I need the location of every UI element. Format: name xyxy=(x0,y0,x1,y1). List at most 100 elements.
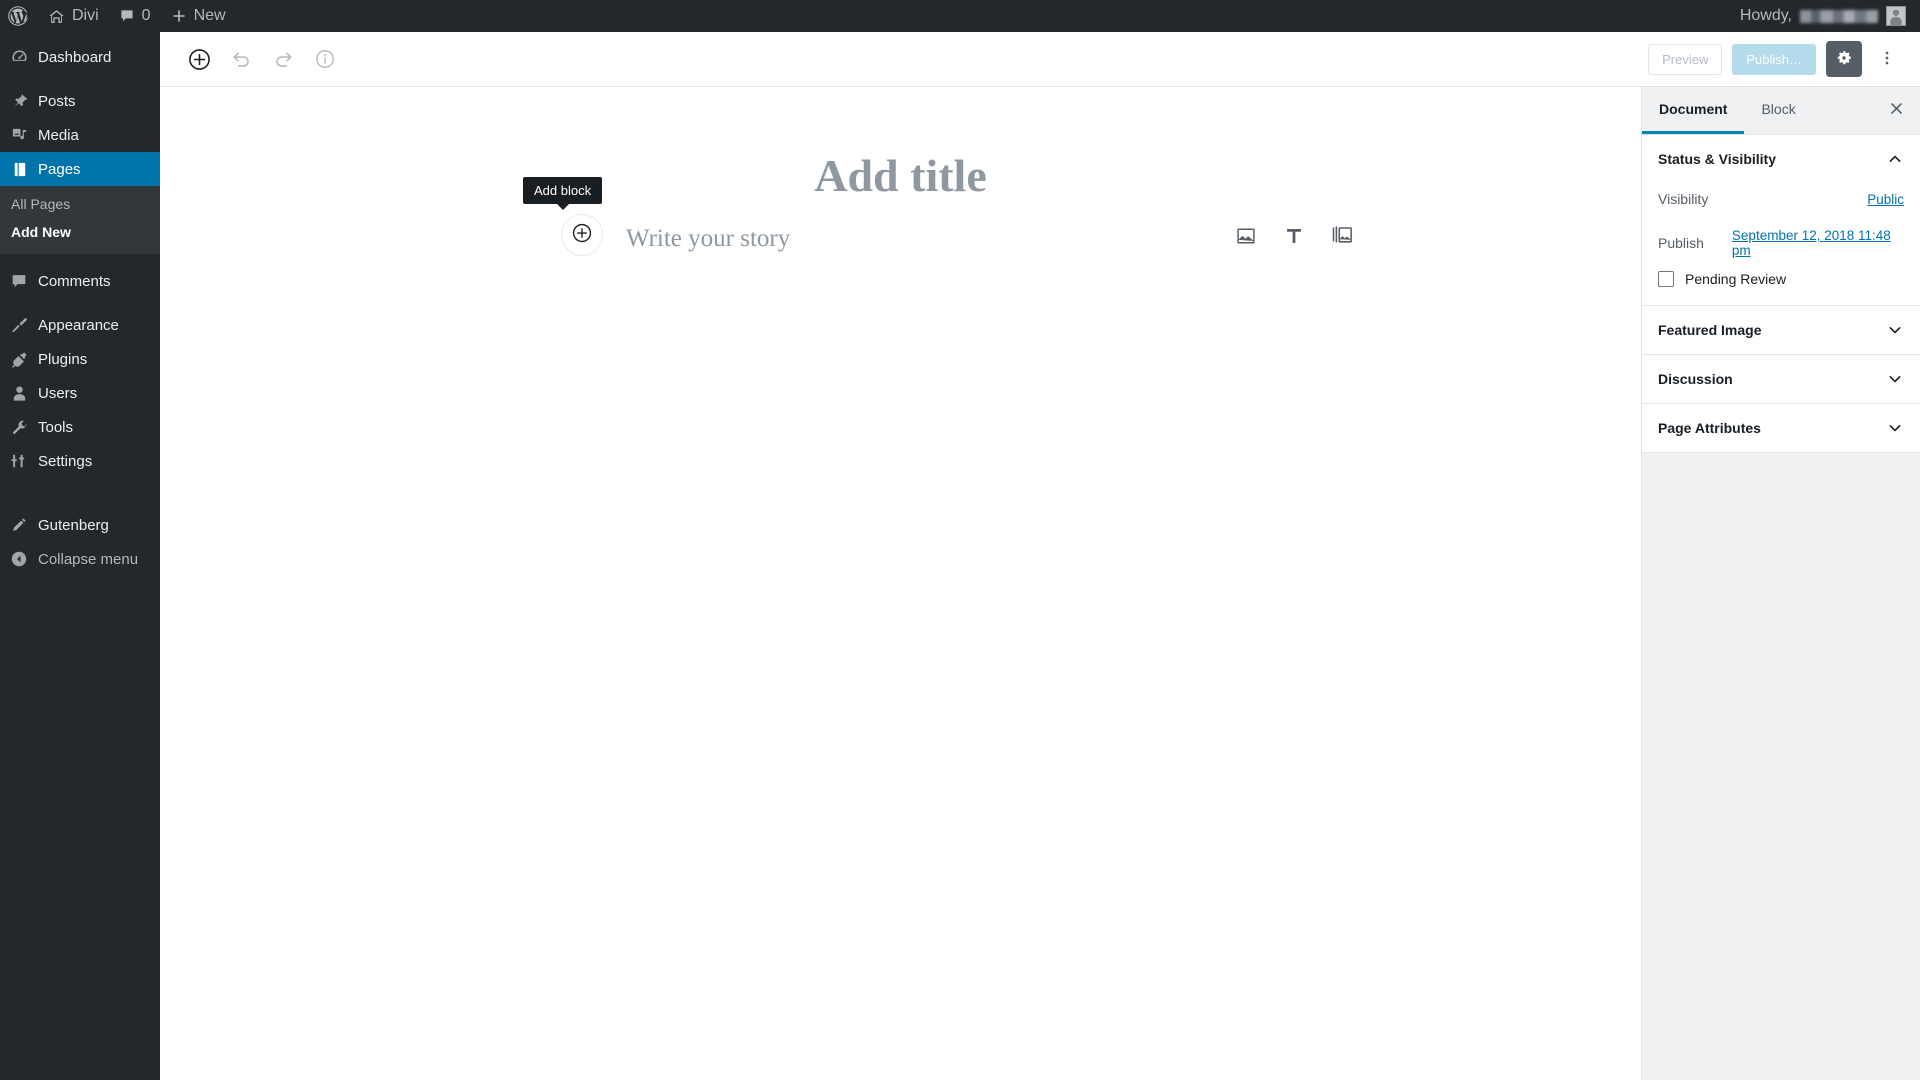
gear-icon xyxy=(1834,48,1854,71)
editor-header: Preview Publish… xyxy=(160,32,1920,87)
sidebar-item-label: Appearance xyxy=(38,316,119,334)
sidebar-item-pages[interactable]: Pages xyxy=(0,152,160,186)
sidebar-subitem-add-new[interactable]: Add New xyxy=(0,218,160,246)
pending-review-label: Pending Review xyxy=(1685,271,1787,287)
sidebar-item-users[interactable]: Users xyxy=(0,376,160,410)
block-inserter-button[interactable] xyxy=(181,41,217,77)
undo-button[interactable] xyxy=(223,41,259,77)
publish-row: Publish September 12, 2018 11:48 pm xyxy=(1658,227,1904,259)
plus-icon xyxy=(171,8,187,24)
sidebar-submenu-pages: All Pages Add New xyxy=(0,186,160,254)
media-icon xyxy=(9,125,29,145)
more-options-button[interactable] xyxy=(1872,41,1902,77)
collapse-arrow-icon xyxy=(9,549,29,569)
sidebar-item-label: Plugins xyxy=(38,350,88,368)
pin-icon xyxy=(9,91,29,111)
visibility-row: Visibility Public xyxy=(1658,183,1904,215)
adminbar-account-menu[interactable]: Howdy, xyxy=(1730,0,1920,32)
image-block-icon[interactable] xyxy=(1235,225,1257,247)
editor-header-right-tools: Preview Publish… xyxy=(1648,41,1920,77)
sidebar-tab-bar: Document Block xyxy=(1642,87,1920,135)
adminbar-new-label: New xyxy=(193,7,226,24)
admin-bar: Divi 0 New Howdy, xyxy=(0,0,1920,32)
sidebar-item-gutenberg[interactable]: Gutenberg xyxy=(0,508,160,542)
plug-icon xyxy=(9,349,29,369)
adminbar-howdy-label: Howdy, xyxy=(1739,7,1792,24)
sidebar-item-settings[interactable]: Settings xyxy=(0,444,160,478)
add-block-tooltip: Add block xyxy=(523,177,603,204)
adminbar-comments-count: 0 xyxy=(141,7,151,24)
chevron-down-icon[interactable] xyxy=(1886,370,1904,388)
sidebar-item-comments[interactable]: Comments xyxy=(0,264,160,298)
publish-date-link[interactable]: September 12, 2018 11:48 pm xyxy=(1732,228,1904,258)
sidebar-item-dashboard[interactable]: Dashboard xyxy=(0,40,160,74)
chevron-up-icon[interactable] xyxy=(1886,150,1904,168)
sidebar-item-label: Dashboard xyxy=(38,48,112,66)
sidebar-collapse-label: Collapse menu xyxy=(38,550,139,568)
sidebar-item-appearance[interactable]: Appearance xyxy=(0,308,160,342)
panel-title: Page Attributes xyxy=(1658,420,1761,436)
sidebar-item-posts[interactable]: Posts xyxy=(0,84,160,118)
wordpress-logo-icon xyxy=(8,6,28,26)
panel-title: Discussion xyxy=(1658,371,1733,387)
settings-toggle-button[interactable] xyxy=(1826,41,1862,77)
sliders-icon xyxy=(9,451,29,471)
default-block-placeholder[interactable]: Write your story xyxy=(626,225,790,253)
panel-page-attributes: Page Attributes xyxy=(1642,404,1920,453)
add-block-button[interactable] xyxy=(561,214,603,256)
panel-status-visibility-body: Visibility Public Publish September 12, … xyxy=(1642,183,1920,305)
adminbar-site-name-label: Divi xyxy=(72,7,99,24)
close-icon xyxy=(1888,100,1905,122)
undo-icon xyxy=(230,48,253,71)
sidebar-subitem-label: All Pages xyxy=(11,196,71,212)
pencil-icon xyxy=(9,515,29,535)
wrench-icon xyxy=(9,417,29,437)
tab-document[interactable]: Document xyxy=(1642,87,1745,134)
sidebar-item-label: Comments xyxy=(38,272,111,290)
panel-featured-image-header[interactable]: Featured Image xyxy=(1642,306,1920,354)
editor-header-left-tools xyxy=(160,41,343,77)
visibility-value-link[interactable]: Public xyxy=(1867,192,1904,207)
adminbar-comments[interactable]: 0 xyxy=(109,0,161,32)
adminbar-new-content[interactable]: New xyxy=(161,0,236,32)
tab-block[interactable]: Block xyxy=(1744,87,1812,134)
redo-button[interactable] xyxy=(265,41,301,77)
plus-circle-icon xyxy=(571,222,593,249)
publish-label: Publish xyxy=(1658,235,1704,251)
panel-featured-image: Featured Image xyxy=(1642,306,1920,355)
gallery-block-icon[interactable] xyxy=(1331,224,1354,247)
sidebar-item-media[interactable]: Media xyxy=(0,118,160,152)
chevron-down-icon[interactable] xyxy=(1886,419,1904,437)
post-title-input[interactable]: Add title xyxy=(160,149,1641,202)
panel-page-attributes-header[interactable]: Page Attributes xyxy=(1642,404,1920,452)
pending-review-checkbox[interactable] xyxy=(1658,271,1674,287)
text-block-icon[interactable] xyxy=(1283,225,1305,247)
preview-button[interactable]: Preview xyxy=(1648,43,1723,75)
publish-button[interactable]: Publish… xyxy=(1732,43,1816,75)
sidebar-collapse-menu[interactable]: Collapse menu xyxy=(0,542,160,576)
panel-discussion-header[interactable]: Discussion xyxy=(1642,355,1920,403)
panel-status-visibility-header[interactable]: Status & Visibility xyxy=(1642,135,1920,183)
sidebar-item-plugins[interactable]: Plugins xyxy=(0,342,160,376)
panel-title: Featured Image xyxy=(1658,322,1762,338)
avatar xyxy=(1886,6,1906,26)
sidebar-item-label: Users xyxy=(38,384,78,402)
sidebar-item-label: Pages xyxy=(38,160,81,178)
sidebar-item-label: Settings xyxy=(38,452,93,470)
sidebar-subitem-label: Add New xyxy=(11,224,71,240)
adminbar-wp-logo[interactable] xyxy=(0,0,38,32)
sidebar-subitem-all-pages[interactable]: All Pages xyxy=(0,190,160,218)
plus-circle-icon xyxy=(187,47,212,72)
sidebar-item-label: Media xyxy=(38,126,79,144)
home-icon xyxy=(48,8,65,25)
adminbar-site-name[interactable]: Divi xyxy=(38,0,109,32)
content-info-button[interactable] xyxy=(307,41,343,77)
chevron-down-icon[interactable] xyxy=(1886,321,1904,339)
pending-review-row: Pending Review xyxy=(1658,271,1904,287)
panel-title: Status & Visibility xyxy=(1658,151,1776,167)
panel-discussion: Discussion xyxy=(1642,355,1920,404)
adminbar-username-redacted xyxy=(1800,9,1878,23)
close-sidebar-button[interactable] xyxy=(1872,87,1920,134)
pages-icon xyxy=(9,159,29,179)
sidebar-item-tools[interactable]: Tools xyxy=(0,410,160,444)
